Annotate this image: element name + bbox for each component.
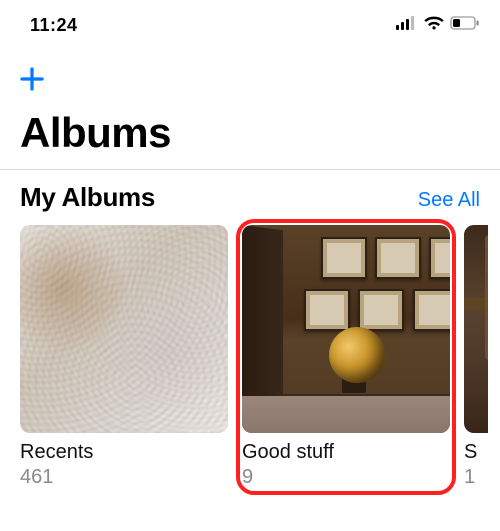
album-title: Good stuff xyxy=(242,441,450,464)
wifi-icon xyxy=(423,15,445,36)
album-title: S xyxy=(464,441,488,464)
battery-icon xyxy=(450,16,480,35)
album-thumb-good-stuff[interactable] xyxy=(242,225,450,433)
album-count: 461 xyxy=(20,466,228,489)
see-all-link[interactable]: See All xyxy=(418,189,480,212)
my-albums-header: My Albums See All xyxy=(20,182,480,213)
status-bar: 11:24 xyxy=(0,0,500,44)
add-album-button[interactable] xyxy=(12,59,52,99)
status-icons xyxy=(396,15,480,36)
page-title: Albums xyxy=(20,109,500,157)
divider xyxy=(0,169,500,170)
my-albums-title: My Albums xyxy=(20,182,155,213)
album-partial[interactable]: S 1 xyxy=(464,225,488,489)
status-time: 11:24 xyxy=(30,15,78,36)
album-thumb-partial[interactable] xyxy=(464,225,488,433)
album-thumb-recents[interactable] xyxy=(20,225,228,433)
plus-icon xyxy=(17,64,47,94)
album-title: Recents xyxy=(20,441,228,464)
cellular-icon xyxy=(396,16,418,35)
album-recents[interactable]: Recents 461 xyxy=(20,225,228,489)
albums-scroll[interactable]: Recents 461 Good stuff 9 S 1 xyxy=(20,225,500,489)
album-count: 9 xyxy=(242,466,450,489)
album-count: 1 xyxy=(464,466,488,489)
album-good-stuff[interactable]: Good stuff 9 xyxy=(242,225,450,489)
